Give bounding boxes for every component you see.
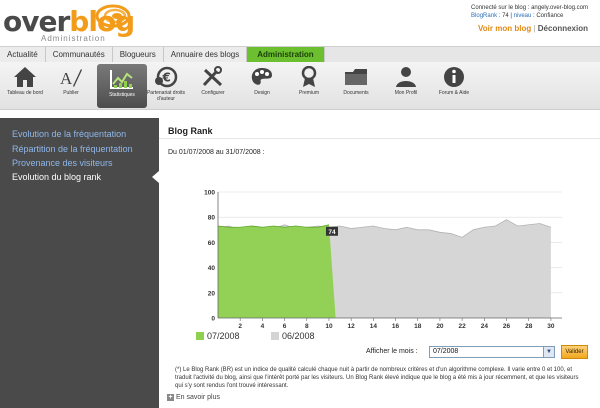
toolbar-profile-label: Mon Profil [394, 90, 418, 96]
tab-communautes[interactable]: Communautés [45, 47, 113, 63]
svg-text:A: A [60, 69, 73, 88]
logo-subtitle: Administration [41, 34, 106, 43]
validate-button[interactable]: Valider [561, 345, 588, 359]
tab-actualite[interactable]: Actualité [0, 47, 46, 63]
medal-icon [301, 66, 317, 87]
toolbar-design[interactable]: Design [237, 62, 287, 110]
toolbar-publish[interactable]: A Publier [46, 62, 96, 110]
x-tick-label: 14 [370, 323, 378, 330]
month-select-value: 07/2008 [433, 348, 459, 355]
main-content: Blog Rank Du 01/07/2008 au 31/07/2008 : … [159, 118, 600, 408]
toolbar-forum-help-label: Forum & Aide [438, 90, 470, 96]
toolbar-configure[interactable]: Configurer [188, 62, 238, 110]
tab-blogueurs[interactable]: Blogueurs [112, 47, 164, 63]
connection-info: Connecté sur le blog : angely.over-blog.… [471, 4, 588, 20]
x-tick-label: 24 [481, 323, 489, 330]
month-select[interactable]: 07/2008 ▼ [429, 346, 555, 358]
tools-icon [202, 66, 223, 87]
legend-swatch-current [196, 332, 204, 340]
sidebar-item-traffic-evolution[interactable]: Evolution de la fréquentation [12, 129, 126, 139]
header: overblog Administration Connecté sur le … [0, 0, 600, 46]
x-tick-label: 22 [459, 323, 467, 330]
user-links: Voir mon blog | Déconnexion [478, 24, 588, 33]
y-tick-label: 100 [204, 190, 215, 197]
series-area-current [218, 224, 336, 318]
header-separator: | [510, 13, 512, 19]
toolbar-partnership[interactable]: € Partenariat droits d'auteur [141, 62, 191, 110]
x-tick-label: 4 [261, 323, 265, 330]
main-nav-tabs: Actualité Communautés Blogueurs Annuaire… [0, 46, 600, 63]
month-label: Afficher le mois : [366, 348, 418, 355]
toolbar-design-label: Design [254, 90, 270, 96]
folder-icon [345, 69, 367, 85]
toolbar-configure-label: Configurer [201, 90, 225, 96]
toolbar-documents-label: Documents [343, 90, 369, 96]
x-tick-label: 6 [283, 323, 287, 330]
y-tick-label: 0 [211, 316, 215, 323]
learn-more-label: En savoir plus [176, 394, 220, 401]
toolbar-publish-label: Publier [63, 90, 79, 96]
legend-label-previous: 06/2008 [282, 331, 315, 341]
x-tick-label: 30 [547, 323, 555, 330]
admin-toolbar: Tableau de bord A Publier Statistiques €… [0, 62, 600, 118]
toolbar-dashboard[interactable]: Tableau de bord [0, 62, 50, 110]
house-icon [14, 67, 36, 87]
toolbar-premium[interactable]: Premium [284, 62, 334, 110]
toolbar-statistics[interactable]: Statistiques [97, 64, 147, 108]
legend-label-current: 07/2008 [207, 331, 240, 341]
y-tick-label: 20 [208, 290, 216, 297]
stats-sidebar: Evolution de la fréquentation Répartitio… [0, 118, 159, 408]
toolbar-dashboard-label: Tableau de bord [7, 90, 43, 96]
y-tick-label: 40 [208, 265, 216, 272]
palette-icon [251, 68, 272, 85]
toolbar-documents[interactable]: Documents [331, 62, 381, 110]
sidebar-item-traffic-distribution[interactable]: Répartition de la fréquentation [12, 144, 133, 154]
legend-item-previous: 06/2008 [271, 331, 315, 341]
toolbar-profile[interactable]: Mon Profil [381, 62, 431, 110]
x-tick-label: 16 [392, 323, 400, 330]
statistics-chart-icon [110, 70, 133, 89]
level-label[interactable]: niveau [514, 13, 532, 19]
view-my-blog-link[interactable]: Voir mon blog [478, 24, 531, 33]
blogrank-label[interactable]: BlogRank [471, 13, 497, 19]
toolbar-premium-label: Premium [298, 90, 319, 96]
toolbar-partnership-label: Partenariat droits d'auteur [146, 90, 186, 102]
euro-coin-icon: € [155, 66, 178, 88]
chevron-down-icon[interactable]: ▼ [543, 347, 554, 357]
active-item-pointer-icon [152, 171, 159, 183]
x-tick-label: 26 [503, 323, 511, 330]
logout-link[interactable]: Déconnexion [538, 24, 588, 33]
x-tick-label: 8 [305, 323, 309, 330]
sidebar-item-visitor-origin[interactable]: Provenance des visiteurs [12, 158, 113, 168]
user-silhouette-icon [396, 67, 416, 87]
annotation-label: 74 [328, 229, 336, 236]
x-tick-label: 12 [348, 323, 356, 330]
overblog-logo[interactable]: overblog Administration [3, 4, 138, 44]
x-tick-label: 10 [325, 323, 333, 330]
blogrank-value: : 74 [498, 13, 509, 19]
tab-administration[interactable]: Administration [247, 47, 325, 63]
blogrank-chart: 0204060801002 4 6 8 10 12 14 16 18 20 22 24 26 28 3074 [204, 190, 562, 330]
connected-blog-text: Connecté sur le blog : angely.over-blog.… [471, 5, 588, 11]
level-value: : Confiance [533, 13, 564, 19]
y-tick-label: 80 [208, 215, 216, 222]
y-tick-label: 60 [208, 240, 216, 247]
legend-item-current: 07/2008 [196, 331, 240, 341]
tab-annuaire[interactable]: Annuaire des blogs [163, 47, 248, 63]
legend-swatch-previous [271, 332, 279, 340]
svg-text:€: € [162, 71, 171, 85]
x-tick-label: 20 [436, 323, 444, 330]
x-tick-label: 28 [525, 323, 533, 330]
blogrank-info-text: (*) Le Blog Rank (BR) est un indice de q… [175, 367, 579, 389]
plus-icon: + [167, 394, 174, 401]
user-links-separator: | [533, 24, 536, 33]
publish-pen-icon: A [60, 69, 82, 88]
toolbar-forum-help[interactable]: Forum & Aide [429, 62, 479, 110]
info-icon [444, 67, 464, 87]
toolbar-statistics-label: Statistiques [109, 92, 135, 98]
sidebar-item-blogrank-evolution[interactable]: Evolution du blog rank [12, 172, 101, 182]
x-tick-label: 2 [238, 323, 242, 330]
x-tick-label: 18 [414, 323, 422, 330]
learn-more-link[interactable]: + En savoir plus [167, 394, 220, 401]
